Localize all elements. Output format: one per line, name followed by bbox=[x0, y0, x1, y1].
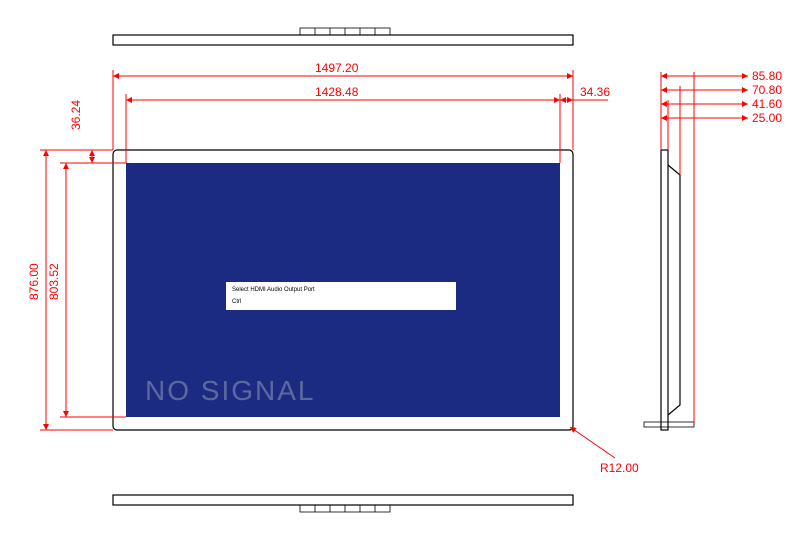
horiz-dimensions: 1497.20 1428.48 34.36 36.24 bbox=[69, 61, 610, 163]
no-signal-text: NO SIGNAL bbox=[145, 375, 315, 406]
dim-active-width: 1428.48 bbox=[315, 85, 359, 99]
dim-active-height: 803.52 bbox=[47, 263, 61, 300]
bottom-view bbox=[113, 495, 573, 512]
side-view bbox=[644, 150, 694, 430]
popup-line2: Ctrl bbox=[232, 299, 241, 305]
technical-drawing: 85.80 70.80 41.60 25.00 NO SIGNAL Select… bbox=[0, 0, 800, 534]
dim-depth-d: 25.00 bbox=[752, 111, 782, 125]
dim-overall-width: 1497.20 bbox=[315, 61, 359, 75]
corner-radius: R12.00 bbox=[570, 427, 639, 475]
dim-corner-radius: R12.00 bbox=[600, 461, 639, 475]
dim-overall-height: 876.00 bbox=[27, 263, 41, 300]
dim-depth-a: 85.80 bbox=[752, 69, 782, 83]
popup-line1: Select HDMI Audio Output Port bbox=[232, 287, 315, 293]
dim-depth-c: 41.60 bbox=[752, 97, 782, 111]
top-view bbox=[113, 28, 573, 45]
dim-depth-b: 70.80 bbox=[752, 83, 782, 97]
depth-dimensions: 85.80 70.80 41.60 25.00 bbox=[661, 69, 782, 422]
dim-top-bezel: 36.24 bbox=[69, 100, 83, 130]
dim-side-bezel: 34.36 bbox=[580, 85, 610, 99]
front-view: NO SIGNAL Select HDMI Audio Output Port … bbox=[113, 150, 573, 430]
vert-dimensions: 876.00 803.52 bbox=[27, 150, 126, 430]
